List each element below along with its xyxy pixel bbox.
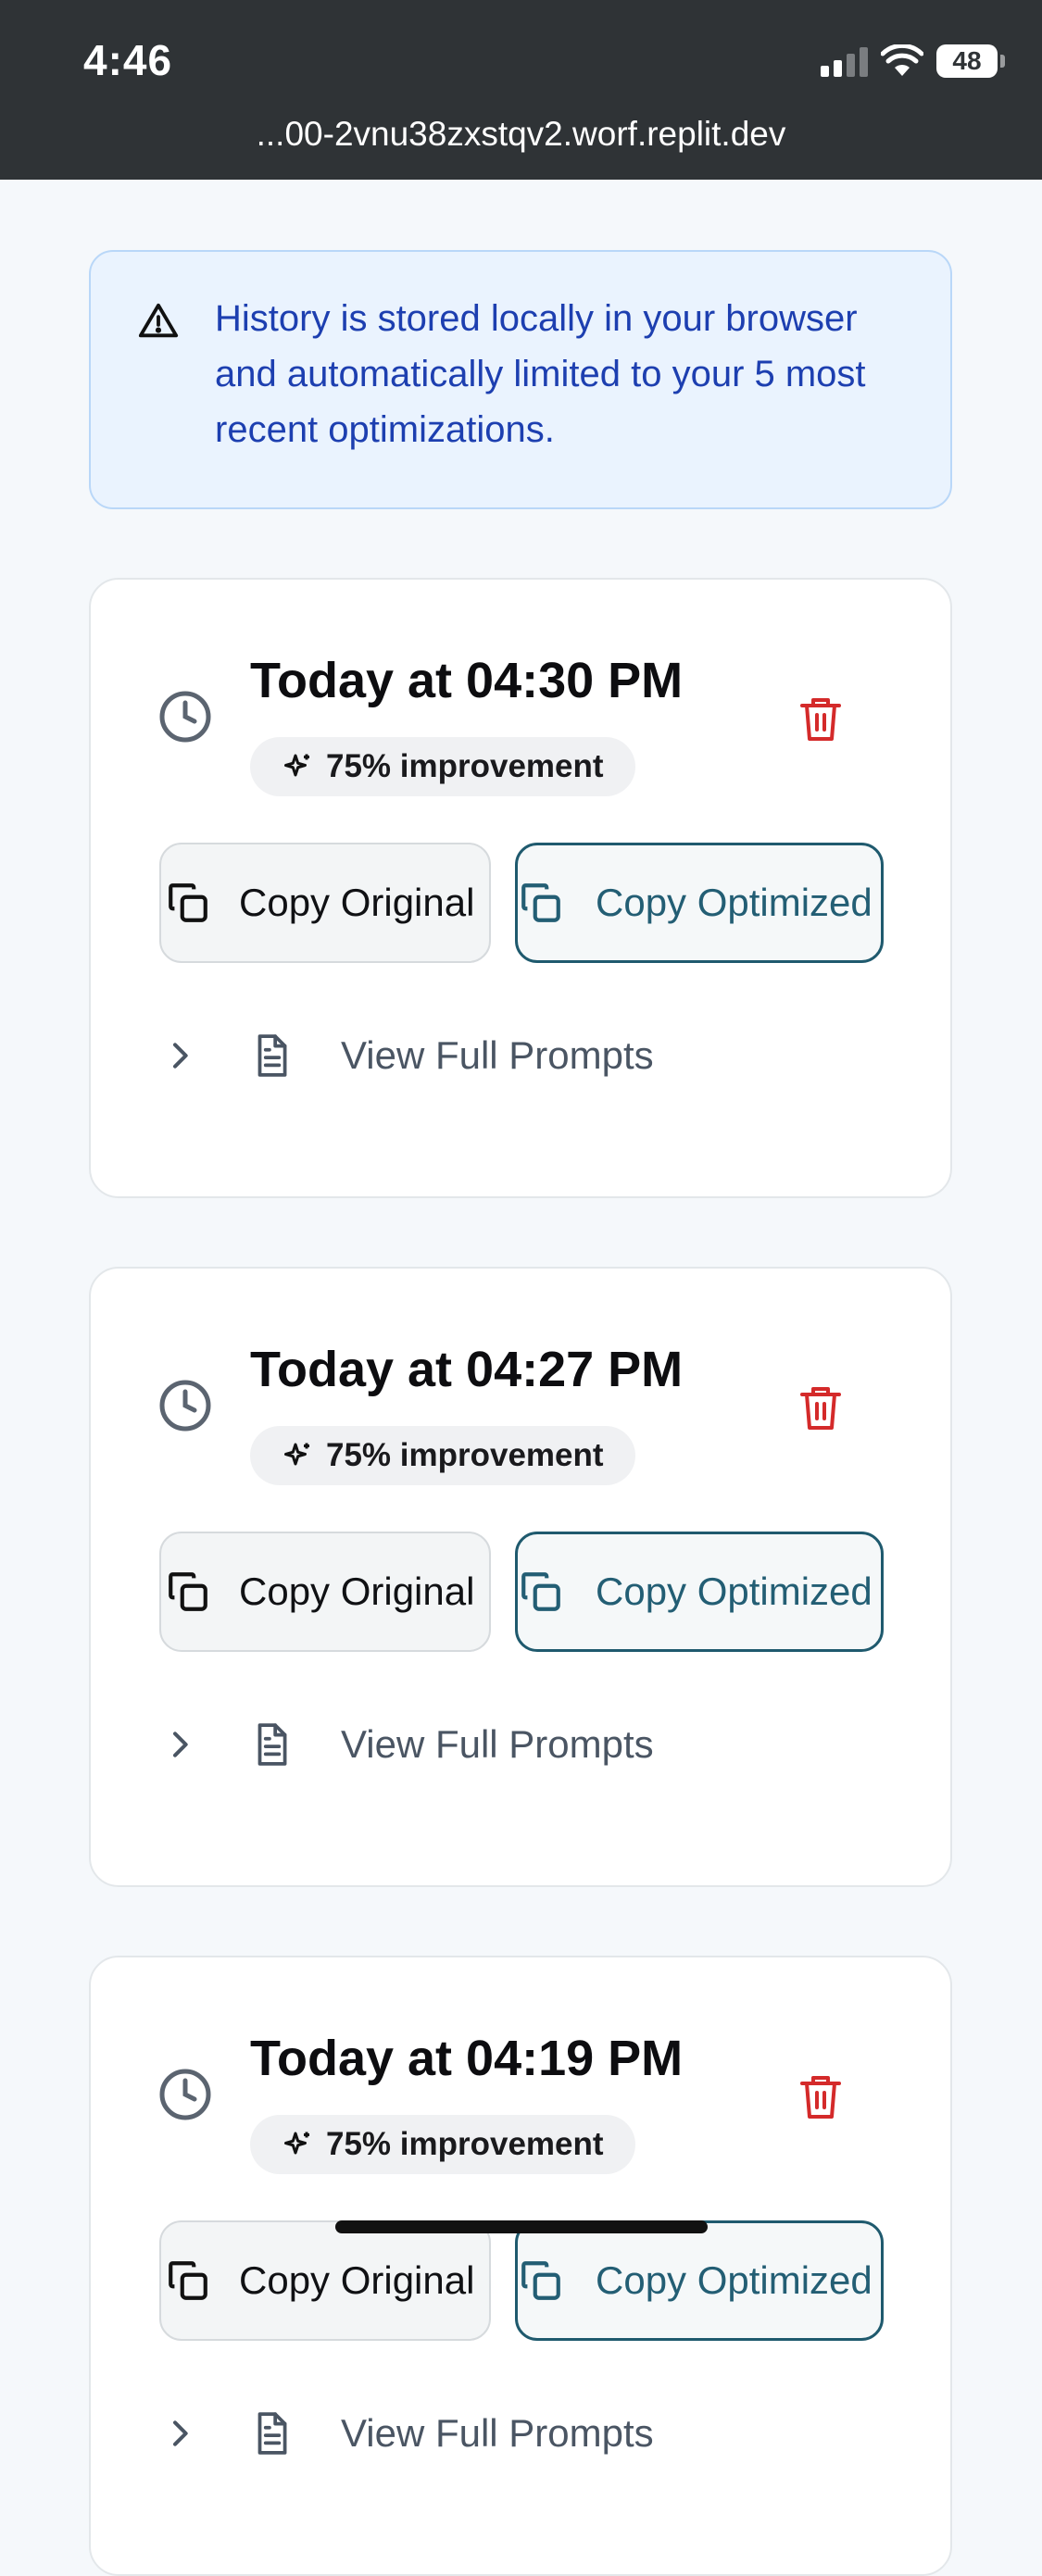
- improvement-badge: 75% improvement: [250, 737, 635, 796]
- improvement-text: 75% improvement: [326, 2126, 604, 2162]
- sparkles-icon: [284, 2132, 309, 2155]
- warning-triangle-icon: [138, 303, 179, 338]
- copy-original-label: Copy Original: [239, 2258, 475, 2302]
- clock-icon: [159, 691, 211, 743]
- copy-original-label: Copy Original: [239, 881, 475, 924]
- copy-original-button[interactable]: Copy Original: [159, 2220, 491, 2341]
- status-time: 4:46: [83, 36, 173, 84]
- view-full-prompts-toggle[interactable]: View Full Prompts: [159, 1028, 654, 1083]
- history-card: Today at 04:19 PM 75% improvement Copy O…: [89, 1956, 952, 2576]
- history-card: Today at 04:30 PM 75% improvement Copy O…: [89, 578, 952, 1198]
- cellular-signal-icon: [821, 45, 868, 77]
- status-icons: 48: [821, 44, 1005, 78]
- sparkles-icon: [284, 754, 309, 777]
- history-timestamp: Today at 04:27 PM: [250, 1342, 684, 1397]
- wifi-icon: [881, 44, 923, 76]
- copy-icon: [521, 1572, 560, 1611]
- history-timestamp: Today at 04:19 PM: [250, 2031, 684, 2086]
- improvement-text: 75% improvement: [326, 748, 604, 784]
- notice-text: History is stored locally in your browse…: [215, 298, 866, 450]
- history-timestamp: Today at 04:30 PM: [250, 653, 684, 708]
- local-storage-notice: History is stored locally in your browse…: [89, 250, 952, 509]
- url-bar[interactable]: ...00-2vnu38zxstqv2.worf.replit.dev: [0, 115, 1042, 154]
- copy-icon: [169, 2261, 207, 2300]
- chevron-right-icon: [173, 1732, 188, 1757]
- history-card: Today at 04:27 PM 75% improvement Copy O…: [89, 1267, 952, 1887]
- copy-optimized-label: Copy Optimized: [596, 2258, 873, 2302]
- copy-optimized-button[interactable]: Copy Optimized: [515, 843, 884, 963]
- delete-entry-icon[interactable]: [798, 1383, 843, 1432]
- view-full-prompts-label: View Full Prompts: [341, 1033, 654, 1077]
- copy-icon: [521, 883, 560, 922]
- view-full-prompts-label: View Full Prompts: [341, 2411, 654, 2455]
- copy-icon: [169, 883, 207, 922]
- clock-icon: [159, 2069, 211, 2120]
- copy-optimized-button[interactable]: Copy Optimized: [515, 2220, 884, 2341]
- improvement-text: 75% improvement: [326, 1437, 604, 1473]
- view-full-prompts-label: View Full Prompts: [341, 1722, 654, 1766]
- copy-optimized-label: Copy Optimized: [596, 881, 873, 924]
- browser-chrome: 4:46 48 ...00-2vnu38zxstqv2.worf.replit.…: [0, 0, 1042, 180]
- delete-entry-icon[interactable]: [798, 2072, 843, 2120]
- copy-original-label: Copy Original: [239, 1569, 475, 1613]
- delete-entry-icon[interactable]: [798, 694, 843, 743]
- improvement-badge: 75% improvement: [250, 1426, 635, 1485]
- sparkles-icon: [284, 1443, 309, 1466]
- clock-icon: [159, 1380, 211, 1432]
- copy-original-button[interactable]: Copy Original: [159, 843, 491, 963]
- copy-original-button[interactable]: Copy Original: [159, 1532, 491, 1652]
- improvement-badge: 75% improvement: [250, 2115, 635, 2174]
- copy-optimized-button[interactable]: Copy Optimized: [515, 1532, 884, 1652]
- view-full-prompts-toggle[interactable]: View Full Prompts: [159, 1717, 654, 1772]
- document-icon: [257, 1723, 287, 1766]
- copy-optimized-label: Copy Optimized: [596, 1569, 873, 1613]
- document-icon: [257, 1034, 287, 1077]
- view-full-prompts-toggle[interactable]: View Full Prompts: [159, 2406, 654, 2461]
- chevron-right-icon: [173, 1043, 188, 1069]
- copy-icon: [169, 1572, 207, 1611]
- document-icon: [257, 2412, 287, 2455]
- home-indicator: [335, 2220, 708, 2233]
- chevron-right-icon: [173, 2420, 188, 2446]
- copy-icon: [521, 2261, 560, 2300]
- battery-icon: 48: [936, 44, 1005, 78]
